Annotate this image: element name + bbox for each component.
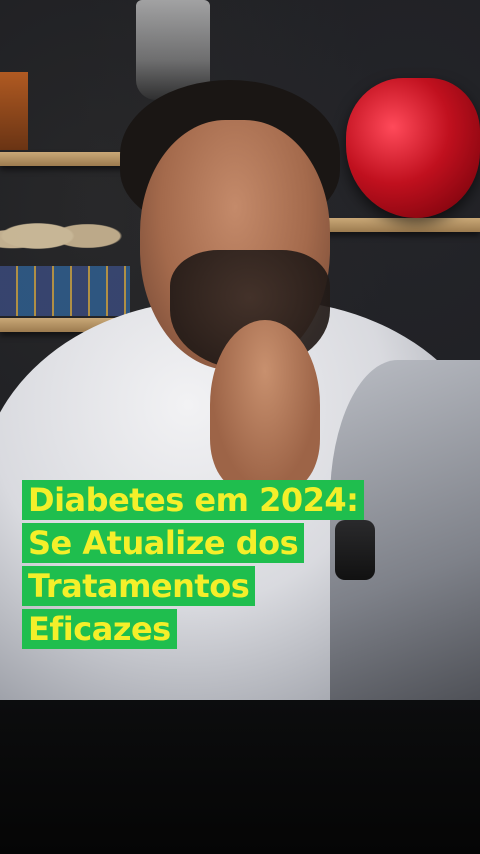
video-frame: Diabetes em 2024: Se Atualize dos Tratam… <box>0 0 480 854</box>
bottom-shadow <box>0 700 480 854</box>
speaker-hands <box>210 320 320 490</box>
caption-line-4: Eficazes <box>22 609 177 649</box>
caption-line-3: Tratamentos <box>22 566 256 606</box>
caption-line-2: Se Atualize dos <box>22 523 305 563</box>
caption-line-1: Diabetes em 2024: <box>22 480 365 520</box>
video-caption: Diabetes em 2024: Se Atualize dos Tratam… <box>22 480 462 652</box>
